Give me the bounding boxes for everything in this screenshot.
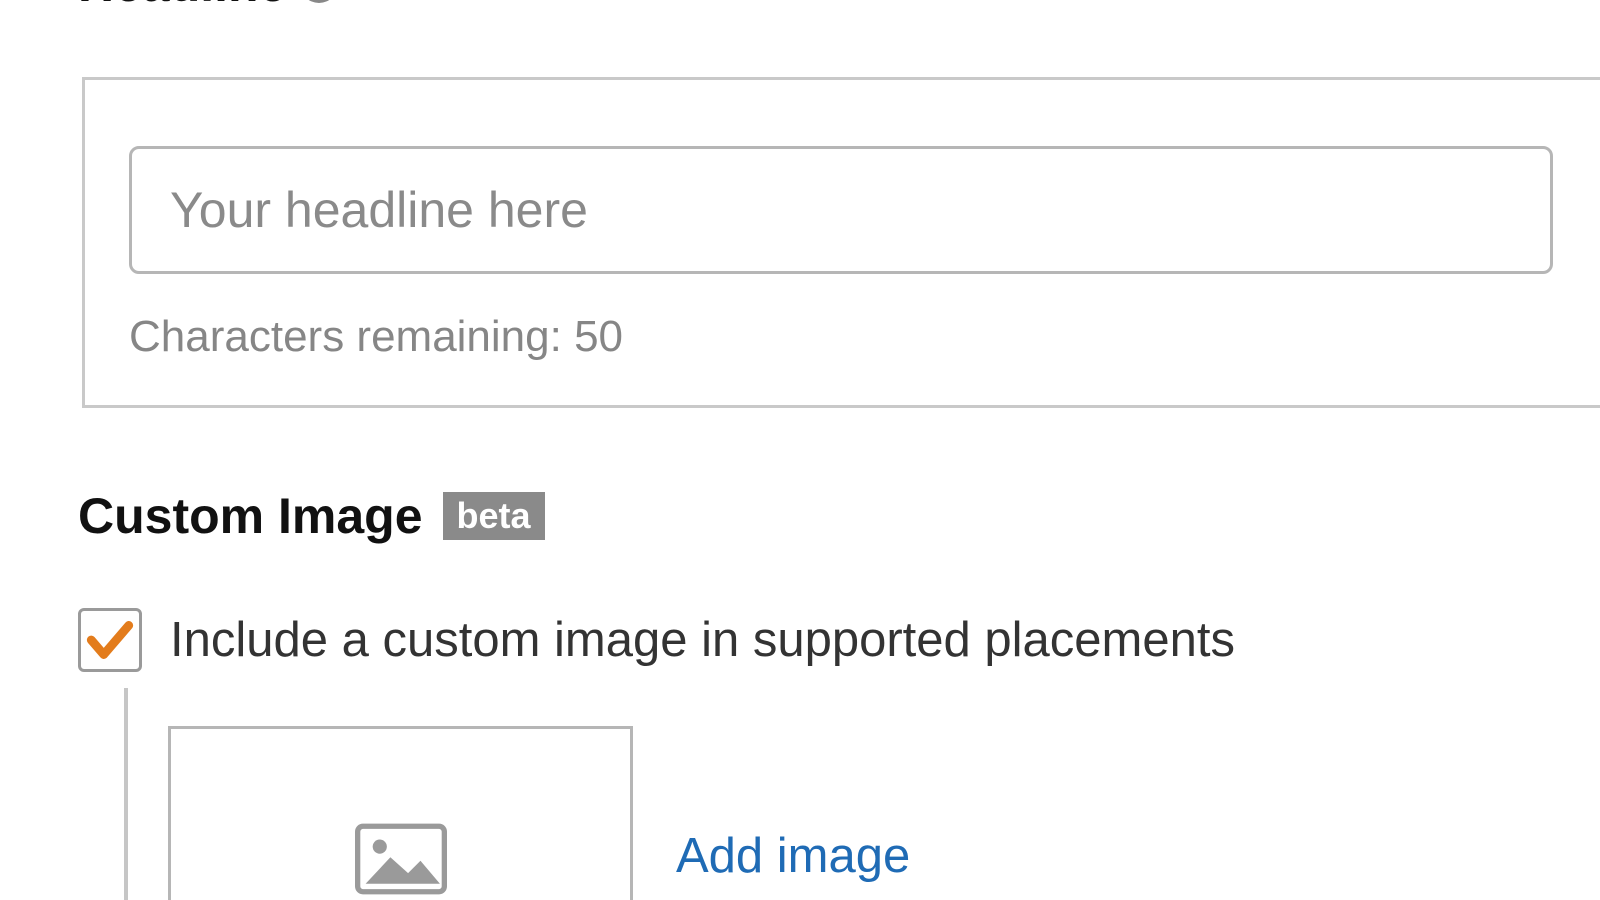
headline-label: Headline (78, 0, 286, 13)
add-image-link[interactable]: Add image (676, 828, 910, 884)
beta-badge: beta (443, 492, 545, 540)
characters-remaining-text: Characters remaining: 50 (129, 312, 623, 362)
headline-box: Characters remaining: 50 (82, 77, 1600, 408)
check-icon (85, 615, 135, 665)
headline-input[interactable] (129, 146, 1553, 274)
custom-image-label-row: Custom Image beta (78, 487, 545, 545)
image-placeholder-icon (355, 823, 447, 895)
headline-label-row: Headline i (78, 0, 338, 13)
custom-image-label: Custom Image (78, 487, 423, 545)
include-custom-image-checkbox[interactable] (78, 608, 142, 672)
include-custom-image-label: Include a custom image in supported plac… (170, 612, 1235, 668)
info-icon[interactable]: i (300, 0, 338, 3)
image-upload-box[interactable] (168, 726, 633, 900)
vertical-rule (124, 688, 128, 900)
include-custom-image-row: Include a custom image in supported plac… (78, 608, 1235, 672)
